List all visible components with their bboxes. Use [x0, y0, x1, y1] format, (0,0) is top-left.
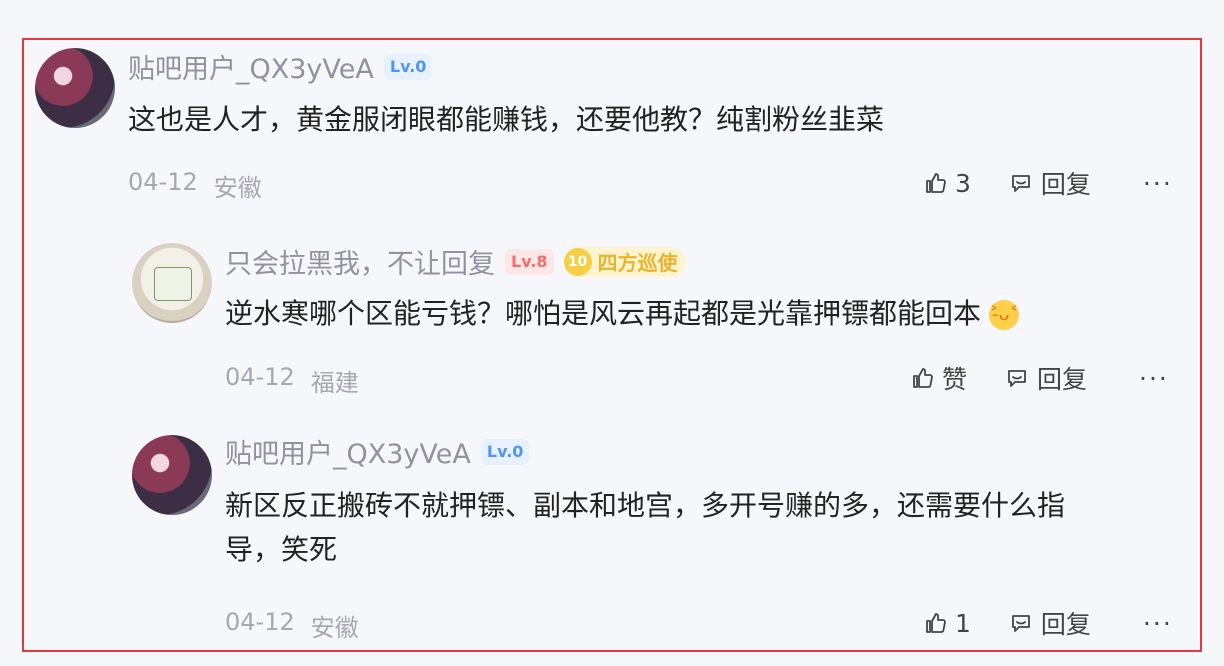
avatar[interactable] — [132, 243, 212, 323]
level-badge: Lv.0 — [480, 438, 530, 465]
comment-date: 04-12 — [225, 608, 295, 636]
comment-location: 安徽 — [213, 174, 262, 202]
comment-header: 贴吧用户_QX3yVeA Lv.0 — [225, 432, 530, 471]
comment-date: 04-12 — [128, 168, 198, 196]
title-badge: 10 四方巡使 — [563, 246, 686, 277]
like-label: 赞 — [942, 365, 968, 394]
like-button[interactable]: 1 — [923, 609, 971, 638]
more-options-button[interactable]: ··· — [1139, 364, 1169, 393]
comment-text: 新区反正搬砖不就押镖、副本和地宫，多开号赚的多，还需要什么指 导，笑死 — [225, 484, 1155, 572]
thumbs-up-icon — [923, 171, 947, 195]
level-badge: Lv.8 — [505, 248, 554, 275]
avatar[interactable] — [35, 48, 115, 128]
username[interactable]: 贴吧用户_QX3yVeA — [225, 432, 471, 471]
comment-header: 只会拉黑我，不让回复 Lv.8 10 四方巡使 — [225, 242, 686, 281]
chat-bubble-icon — [1005, 366, 1029, 390]
level-badge: Lv.0 — [383, 53, 433, 80]
like-count: 3 — [955, 168, 971, 198]
comment-text: 这也是人才，黄金服闭眼都能赚钱，还要他教？纯割粉丝韭菜 — [128, 103, 885, 136]
chat-bubble-icon — [1009, 171, 1033, 195]
reply-label: 回复 — [1037, 365, 1088, 394]
comment-actions: 3 回复 ··· — [923, 165, 1173, 201]
chat-bubble-icon — [1009, 611, 1033, 635]
like-count: 1 — [955, 608, 971, 638]
reply-button[interactable]: 回复 — [1009, 605, 1091, 641]
like-button[interactable]: 3 — [923, 169, 971, 198]
laughing-crying-emoji-icon: ˃̵ᴗ˂ — [989, 300, 1020, 330]
username[interactable]: 贴吧用户_QX3yVeA — [128, 47, 374, 86]
comment-location: 安徽 — [310, 614, 359, 642]
comment-location: 福建 — [310, 369, 359, 397]
reply-button[interactable]: 回复 — [1009, 165, 1091, 201]
comment-meta: 04-12 安徽 — [225, 608, 359, 643]
username[interactable]: 只会拉黑我，不让回复 — [225, 242, 495, 281]
avatar-cup-label — [154, 267, 192, 301]
title-badge-number: 10 — [563, 247, 592, 276]
avatar[interactable] — [132, 435, 212, 515]
comment-actions: 1 回复 ··· — [923, 605, 1173, 641]
comment-text-content: 逆水寒哪个区能亏钱？哪怕是风云再起都是光靠押镖都能回本 — [225, 297, 982, 330]
comment-meta: 04-12 福建 — [225, 363, 359, 398]
comment-text-line: 导，笑死 — [225, 533, 338, 566]
more-options-button[interactable]: ··· — [1143, 169, 1173, 198]
comment-date: 04-12 — [225, 363, 295, 391]
like-button[interactable]: 赞 — [910, 360, 967, 396]
more-options-button[interactable]: ··· — [1143, 609, 1173, 638]
reply-label: 回复 — [1040, 170, 1091, 199]
comment-text: 逆水寒哪个区能亏钱？哪怕是风云再起都是光靠押镖都能回本 ˃̵ᴗ˂ — [225, 292, 1020, 336]
thumbs-up-icon — [910, 366, 934, 390]
reply-button[interactable]: 回复 — [1005, 360, 1087, 396]
comment-header: 贴吧用户_QX3yVeA Lv.0 — [128, 47, 433, 86]
comment-actions: 赞 回复 ··· — [910, 360, 1169, 396]
thumbs-up-icon — [923, 611, 947, 635]
title-badge-text: 四方巡使 — [597, 251, 678, 275]
reply-label: 回复 — [1040, 610, 1091, 639]
comment-meta: 04-12 安徽 — [128, 168, 262, 203]
comment-text-line: 新区反正搬砖不就押镖、副本和地宫，多开号赚的多，还需要什么指 — [225, 489, 1066, 522]
